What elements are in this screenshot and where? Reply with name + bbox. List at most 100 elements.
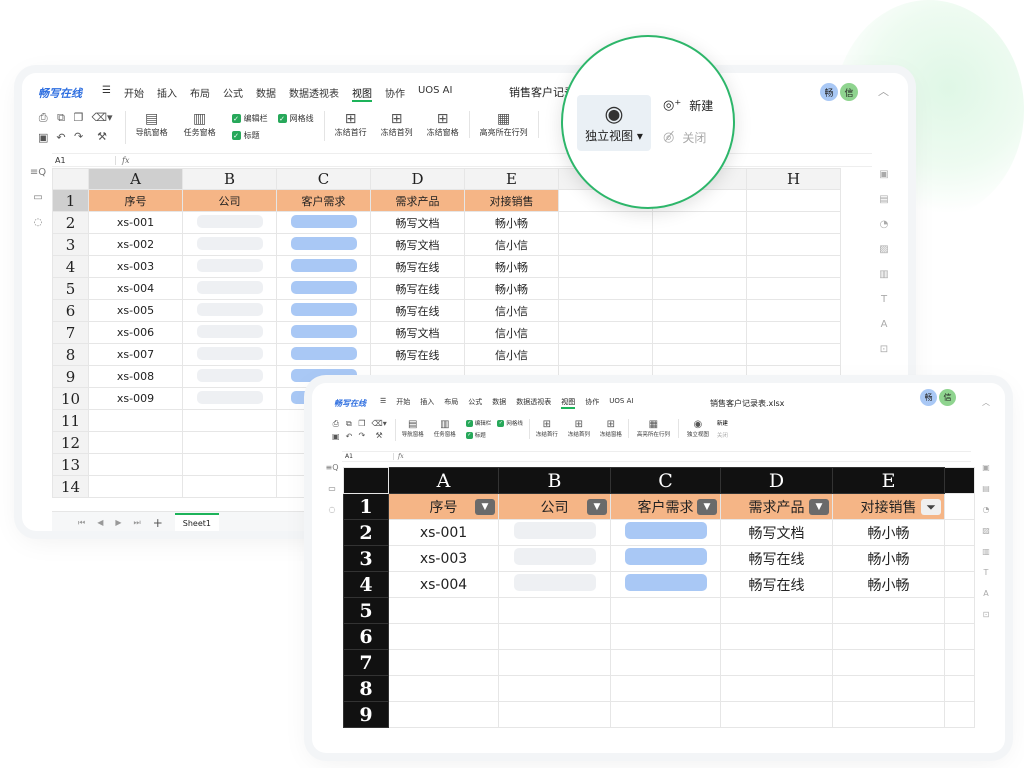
- save-icon[interactable]: ▣: [332, 432, 340, 441]
- cell[interactable]: xs-001: [388, 519, 499, 546]
- cell[interactable]: 畅小畅: [464, 277, 559, 300]
- cell[interactable]: [832, 675, 945, 702]
- gridlines-checkbox[interactable]: ✓ 网格线: [497, 419, 523, 427]
- cell[interactable]: [720, 597, 833, 624]
- collapse-ribbon-icon[interactable]: ︿: [878, 83, 889, 99]
- cell[interactable]: 畅写在线: [370, 343, 465, 366]
- row-header[interactable]: 5: [343, 597, 389, 624]
- row-header[interactable]: 5: [52, 277, 89, 300]
- cell[interactable]: [388, 649, 499, 676]
- menu-item[interactable]: UOS AI: [609, 397, 633, 409]
- copy-icon[interactable]: ⧉: [346, 419, 353, 429]
- cell[interactable]: 畅写在线: [370, 277, 465, 300]
- header-cell[interactable]: 客户需求 ▼: [610, 493, 721, 520]
- cell[interactable]: xs-007: [88, 343, 183, 366]
- close-view-button[interactable]: 关闭: [717, 431, 728, 439]
- textart-settings-icon[interactable]: A: [983, 589, 988, 598]
- edit-bar-checkbox[interactable]: ✓ 编辑栏: [231, 113, 268, 124]
- chat-icon[interactable]: ◌: [34, 217, 43, 228]
- column-header[interactable]: C: [276, 168, 371, 190]
- cell[interactable]: [498, 545, 611, 572]
- freeze-panes-button[interactable]: ⊞ 冻结窗格: [427, 111, 459, 138]
- column-header[interactable]: D: [720, 467, 833, 494]
- menu-item[interactable]: 公式: [468, 397, 482, 409]
- cell[interactable]: [182, 321, 277, 344]
- filter-icon[interactable]: ⏷: [921, 499, 941, 515]
- add-sheet-button[interactable]: +: [153, 516, 163, 530]
- freeze-first-row-button[interactable]: ⊞ 冻结首行: [536, 419, 558, 438]
- cell[interactable]: [720, 701, 833, 728]
- row-header[interactable]: 1: [343, 493, 389, 520]
- cell[interactable]: [746, 321, 841, 344]
- cell[interactable]: 畅写文档: [370, 233, 465, 256]
- cell[interactable]: 畅小畅: [464, 211, 559, 234]
- cell[interactable]: [276, 343, 371, 366]
- cell[interactable]: [944, 649, 975, 676]
- chart-settings-icon[interactable]: ▥: [879, 269, 888, 280]
- menu-item[interactable]: 视图: [561, 397, 576, 409]
- prev-sheet-icon[interactable]: ◀: [97, 518, 103, 527]
- cell[interactable]: [832, 623, 945, 650]
- textart-settings-icon[interactable]: A: [881, 319, 888, 330]
- row-header[interactable]: 6: [52, 299, 89, 322]
- menu-item[interactable]: 布局: [190, 85, 210, 102]
- close-view-button[interactable]: ◎̸ 关闭: [663, 129, 706, 146]
- menu-item[interactable]: 数据: [492, 397, 506, 409]
- header-cell[interactable]: 公司: [182, 189, 277, 212]
- chat-icon[interactable]: ◌: [329, 505, 336, 514]
- cell[interactable]: [944, 597, 975, 624]
- column-header[interactable]: E: [464, 168, 559, 190]
- row-header[interactable]: 13: [52, 453, 89, 476]
- cell[interactable]: [182, 431, 277, 454]
- text-settings-icon[interactable]: T: [984, 568, 989, 577]
- header-cell[interactable]: 序号: [88, 189, 183, 212]
- row-header[interactable]: 8: [52, 343, 89, 366]
- row-header[interactable]: 9: [343, 701, 389, 728]
- cell[interactable]: [944, 571, 975, 598]
- undo-icon[interactable]: ↶: [346, 432, 353, 441]
- filter-dropdown-icon[interactable]: ▼: [697, 499, 717, 515]
- menu-item[interactable]: 插入: [420, 397, 434, 409]
- column-header[interactable]: C: [610, 467, 721, 494]
- cell[interactable]: [182, 409, 277, 432]
- cell[interactable]: 信小信: [464, 233, 559, 256]
- fx-icon[interactable]: fx: [122, 156, 129, 165]
- shape-settings-icon[interactable]: ◔: [983, 505, 990, 514]
- row-header[interactable]: 11: [52, 409, 89, 432]
- cell[interactable]: [388, 675, 499, 702]
- cell[interactable]: [276, 233, 371, 256]
- paste-icon[interactable]: ❐: [74, 111, 84, 124]
- cell[interactable]: [610, 701, 721, 728]
- cell[interactable]: [558, 211, 653, 234]
- cell[interactable]: [746, 255, 841, 278]
- column-header[interactable]: E: [832, 467, 945, 494]
- standalone-view-button[interactable]: ◉ 独立视图 ▾: [577, 95, 651, 151]
- menu-item[interactable]: 视图: [351, 85, 372, 102]
- row-header[interactable]: 1: [52, 189, 89, 212]
- cell[interactable]: xs-005: [88, 299, 183, 322]
- cell[interactable]: [88, 431, 183, 454]
- table-settings-icon[interactable]: ▤: [982, 484, 990, 493]
- cell[interactable]: [610, 649, 721, 676]
- cell[interactable]: [182, 453, 277, 476]
- menu-item[interactable]: 数据透视表: [289, 85, 339, 102]
- select-all-corner[interactable]: [343, 467, 389, 494]
- cell[interactable]: 畅写文档: [720, 519, 833, 546]
- cell[interactable]: [182, 233, 277, 256]
- copy-icon[interactable]: ⧉: [56, 111, 65, 125]
- cell[interactable]: xs-009: [88, 387, 183, 410]
- cell[interactable]: [182, 277, 277, 300]
- image-settings-icon[interactable]: ▨: [879, 244, 888, 255]
- find-icon[interactable]: ≡Q: [326, 463, 339, 472]
- format-painter-icon[interactable]: ⚒: [371, 431, 386, 440]
- headings-checkbox[interactable]: ✓ 标题: [231, 130, 314, 141]
- cell[interactable]: [498, 519, 611, 546]
- cell[interactable]: [182, 211, 277, 234]
- cell[interactable]: [88, 409, 183, 432]
- cell[interactable]: [832, 701, 945, 728]
- first-sheet-icon[interactable]: ⏮: [78, 518, 85, 528]
- cell[interactable]: [182, 255, 277, 278]
- comment-icon[interactable]: ▭: [33, 192, 42, 203]
- row-header[interactable]: 8: [343, 675, 389, 702]
- menu-item[interactable]: 插入: [157, 85, 177, 102]
